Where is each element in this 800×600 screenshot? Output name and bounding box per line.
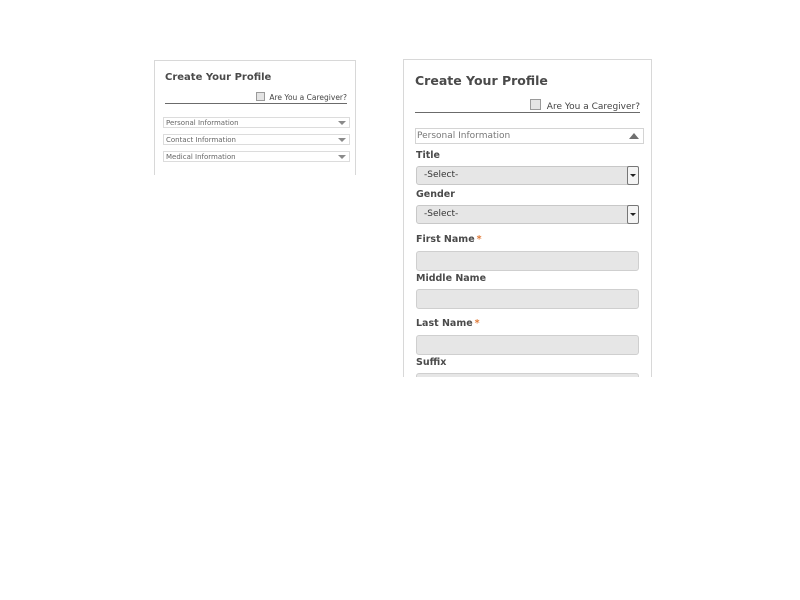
section-label: Personal Information [417, 131, 511, 141]
caregiver-row: Are You a Caregiver? [165, 92, 347, 104]
last-name-label-text: Last Name [416, 318, 473, 329]
middle-name-label: Middle Name [416, 273, 487, 284]
section-personal-information[interactable]: Personal Information [163, 117, 350, 128]
profile-panel-expanded: Create Your Profile Are You a Caregiver?… [403, 59, 652, 377]
gender-label: Gender [416, 189, 455, 200]
caregiver-label[interactable]: Are You a Caregiver? [269, 93, 347, 102]
suffix-input[interactable] [416, 373, 639, 377]
gender-select-value: -Select- [424, 209, 459, 219]
chevron-down-icon [338, 121, 346, 125]
last-name-label: Last Name * [416, 318, 480, 329]
gender-select[interactable]: -Select- [416, 205, 639, 224]
caregiver-label[interactable]: Are You a Caregiver? [547, 102, 640, 112]
section-label: Medical Information [166, 153, 236, 161]
chevron-down-icon [338, 138, 346, 142]
required-marker: * [474, 318, 480, 329]
section-personal-information[interactable]: Personal Information [415, 128, 644, 144]
caregiver-checkbox[interactable] [529, 99, 541, 110]
first-name-label: First Name * [416, 234, 482, 245]
chevron-up-icon [629, 133, 639, 139]
chevron-down-icon [338, 155, 346, 159]
section-label: Personal Information [166, 119, 239, 127]
title-select[interactable]: -Select- [416, 166, 639, 185]
profile-panel-collapsed: Create Your Profile Are You a Caregiver?… [154, 60, 356, 175]
first-name-label-text: First Name [416, 234, 475, 245]
section-label: Contact Information [166, 136, 236, 144]
dropdown-arrow-icon[interactable] [627, 205, 639, 224]
last-name-input[interactable] [416, 335, 639, 355]
suffix-label: Suffix [416, 357, 447, 368]
caregiver-checkbox[interactable] [256, 92, 266, 101]
section-contact-information[interactable]: Contact Information [163, 134, 350, 145]
first-name-input[interactable] [416, 251, 639, 271]
panel-title: Create Your Profile [415, 73, 548, 88]
section-medical-information[interactable]: Medical Information [163, 151, 350, 162]
title-label: Title [416, 150, 440, 161]
middle-name-input[interactable] [416, 289, 639, 309]
caregiver-row: Are You a Caregiver? [415, 99, 640, 113]
panel-title: Create Your Profile [165, 72, 272, 83]
title-select-value: -Select- [424, 170, 459, 180]
required-marker: * [476, 234, 482, 245]
dropdown-arrow-icon[interactable] [627, 166, 639, 185]
